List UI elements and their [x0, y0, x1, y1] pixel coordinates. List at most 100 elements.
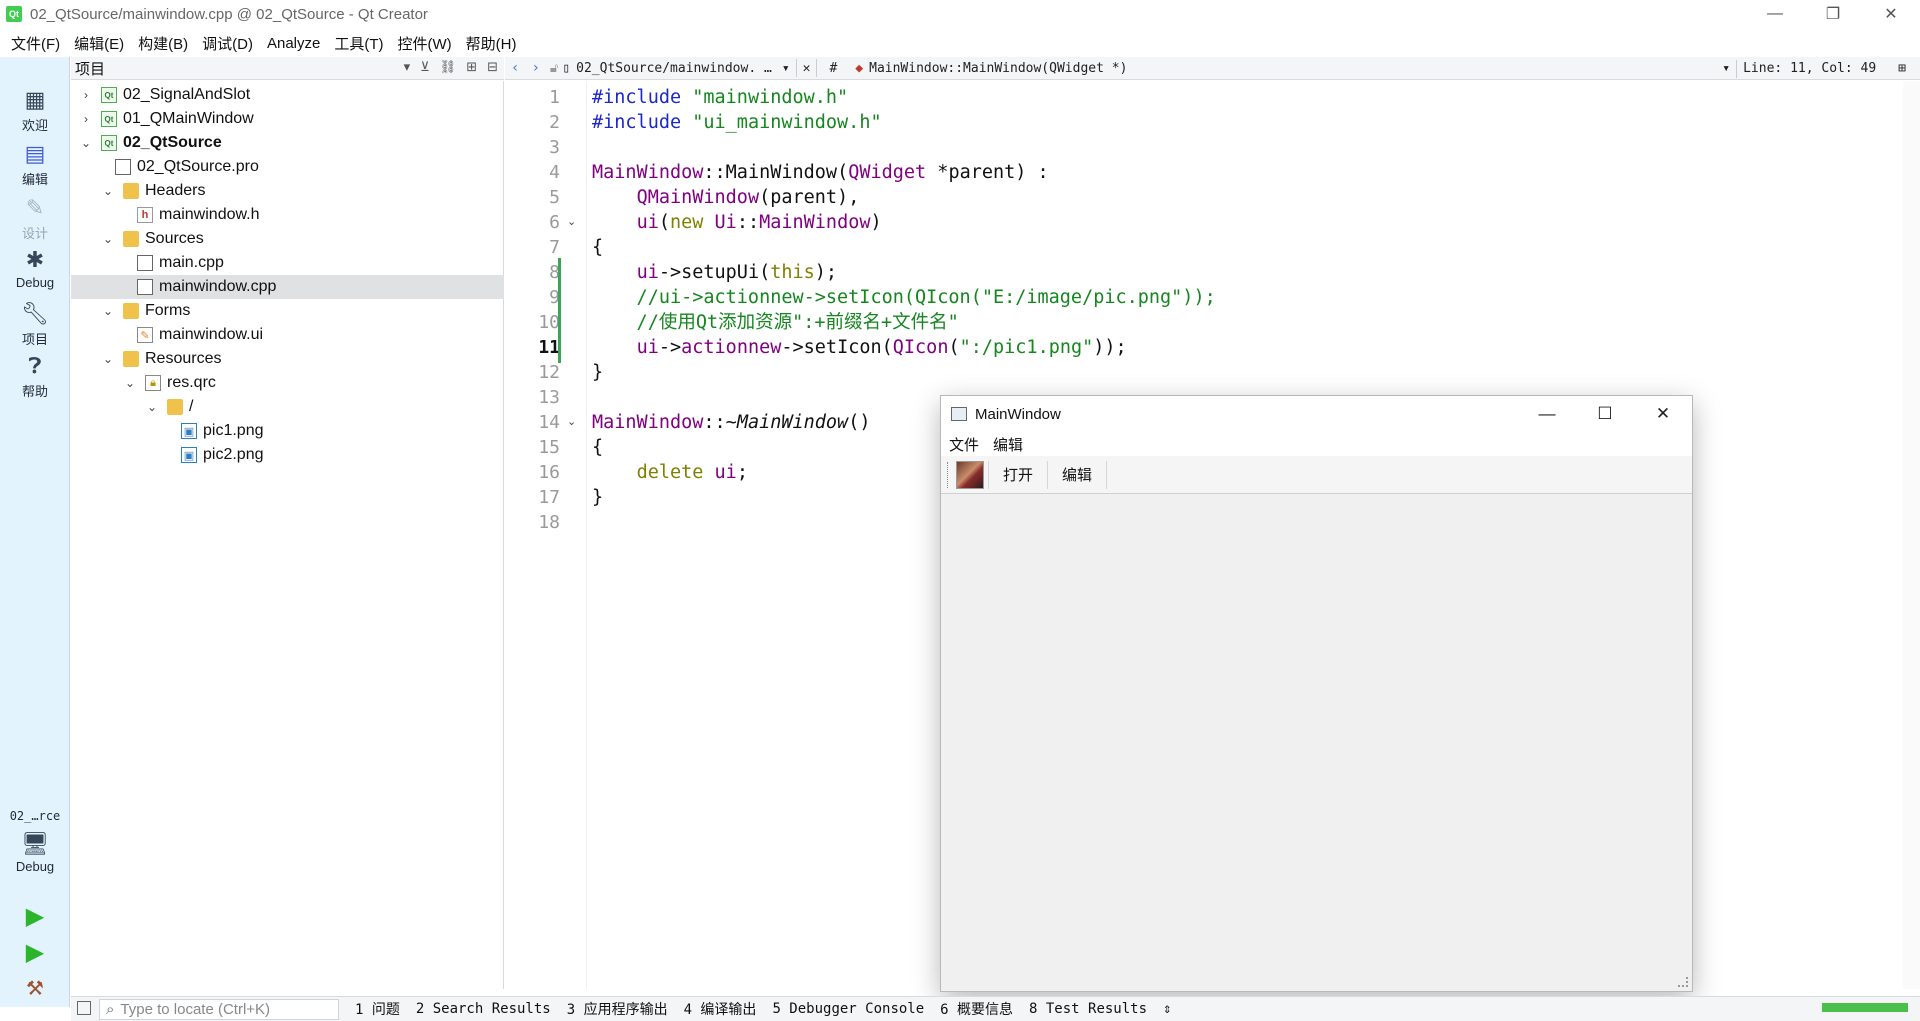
edit-action-button[interactable]: 编辑	[1047, 460, 1106, 489]
debug-run-button[interactable]: ▶	[22, 939, 48, 966]
code-line[interactable]: //使用Qt添加资源":+前缀名+文件名"	[592, 310, 959, 335]
project-panel-title[interactable]: 项目	[75, 58, 105, 79]
menu-tools[interactable]: 工具(T)	[327, 33, 390, 54]
code-line[interactable]: MainWindow::MainWindow(QWidget *parent) …	[592, 160, 1049, 185]
menu-file[interactable]: 文件(F)	[4, 33, 67, 54]
run-button[interactable]: ▶	[22, 903, 48, 930]
tab-general-messages[interactable]: 6 概要信息	[940, 999, 1013, 1019]
menu-help[interactable]: 帮助(H)	[459, 33, 524, 54]
tree-item[interactable]: ⌄ Resources	[71, 347, 504, 371]
mode-welcome[interactable]: ▦ 欢迎	[0, 87, 70, 134]
app-minimize-button[interactable]: —	[1518, 396, 1576, 432]
code-line[interactable]: ui->actionnew->setIcon(QIcon(":/pic1.png…	[592, 335, 1127, 360]
fold-chevron-icon[interactable]: ⌄	[567, 210, 576, 235]
tree-item[interactable]: ▣ pic1.png	[71, 419, 504, 443]
mode-edit[interactable]: ▤ 编辑	[0, 141, 70, 188]
close-file-icon[interactable]: ✕	[803, 61, 811, 76]
tab-issues[interactable]: 1 问题	[355, 999, 400, 1019]
tree-item[interactable]: ⌄ Qt 02_QtSource	[71, 131, 504, 155]
code-line[interactable]: ui->setupUi(this);	[592, 260, 838, 285]
open-action-button[interactable]: 打开	[988, 460, 1047, 489]
chevron-right-icon[interactable]: ›	[79, 88, 93, 102]
pic1-action-icon[interactable]	[956, 460, 984, 489]
chevron-down-icon[interactable]: ⌄	[101, 304, 115, 318]
tree-item[interactable]: main.cpp	[71, 251, 504, 275]
tree-item[interactable]: › Qt 01_QMainWindow	[71, 107, 504, 131]
editor-scrollbar[interactable]	[1903, 81, 1920, 989]
tree-item[interactable]: ⌄ 🔒︎ res.qrc	[71, 371, 504, 395]
code-line[interactable]: ui(new Ui::MainWindow)	[592, 210, 882, 235]
symbol-selector[interactable]: MainWindow::MainWindow(QWidget *)	[869, 61, 1127, 76]
more-tabs-icon[interactable]: ⇕	[1163, 1001, 1171, 1017]
cursor-position[interactable]: Line: 11, Col: 49	[1743, 61, 1876, 76]
app-close-button[interactable]: ✕	[1634, 396, 1692, 432]
code-line[interactable]: MainWindow::~MainWindow()	[592, 410, 870, 435]
tree-item[interactable]: ⌄ /	[71, 395, 504, 419]
app-menu-file[interactable]: 文件	[949, 434, 979, 455]
toolbar-grip[interactable]	[947, 461, 950, 488]
mode-design[interactable]: ✎ 设计	[0, 195, 70, 242]
menu-edit[interactable]: 编辑(E)	[67, 33, 131, 54]
tree-item[interactable]: › Qt 02_SignalAndSlot	[71, 83, 504, 107]
code-line[interactable]: #include "mainwindow.h"	[592, 85, 848, 110]
chevron-down-icon[interactable]: ⌄	[145, 400, 159, 414]
tree-item[interactable]: mainwindow.cpp	[71, 275, 504, 299]
chevron-down-icon[interactable]: ⌄	[101, 352, 115, 366]
link-icon[interactable]: ⛓	[440, 59, 457, 75]
code-line[interactable]: delete ui;	[592, 460, 748, 485]
tree-item[interactable]: h mainwindow.h	[71, 203, 504, 227]
chevron-down-icon[interactable]: ⌄	[101, 184, 115, 198]
resize-grip[interactable]	[1678, 977, 1688, 987]
menu-build[interactable]: 构建(B)	[131, 33, 195, 54]
tab-debugger-console[interactable]: 5 Debugger Console	[772, 1001, 924, 1017]
tab-compile-output[interactable]: 4 编译输出	[684, 999, 757, 1019]
code-line[interactable]: QMainWindow(parent),	[592, 185, 860, 210]
tree-item[interactable]: 02_QtSource.pro	[71, 155, 504, 179]
locator-input[interactable]: ⌕ Type to locate (Ctrl+K)	[99, 998, 339, 1020]
kit-mode[interactable]: 🖥︎ Debug	[0, 831, 70, 874]
chevron-down-icon[interactable]: ⌄	[79, 136, 93, 150]
app-maximize-button[interactable]: ☐	[1576, 396, 1634, 432]
code-line[interactable]: #include "ui_mainwindow.h"	[592, 110, 882, 135]
restore-button[interactable]: ❐	[1804, 0, 1862, 28]
split-editor-icon[interactable]: ⊞	[1898, 61, 1906, 76]
chevron-down-icon[interactable]: ⌄	[123, 376, 137, 390]
kit-selector[interactable]: 02_…rce	[0, 809, 70, 823]
hash-symbol[interactable]: #	[829, 61, 837, 76]
close-panel-icon[interactable]: ⊟	[487, 59, 498, 75]
tab-search-results[interactable]: 2 Search Results	[416, 1001, 551, 1017]
app-menu-edit[interactable]: 编辑	[993, 434, 1023, 455]
mode-debug[interactable]: ✱ Debug	[0, 247, 70, 290]
tab-application-output[interactable]: 3 应用程序输出	[567, 999, 668, 1019]
dropdown-icon[interactable]: ▾	[404, 59, 411, 75]
tree-item[interactable]: ⌄ Sources	[71, 227, 504, 251]
symbol-dropdown-icon[interactable]: ▾	[1722, 61, 1730, 76]
file-tab[interactable]: 02_QtSource/mainwindow. …	[576, 61, 772, 76]
tree-item[interactable]: ▣ pic2.png	[71, 443, 504, 467]
split-icon[interactable]: ⊞	[466, 59, 477, 75]
menu-debug[interactable]: 调试(D)	[195, 33, 260, 54]
menu-analyze[interactable]: Analyze	[260, 35, 327, 52]
forward-icon[interactable]: ›	[531, 60, 539, 76]
filter-icon[interactable]: ⊻	[420, 59, 430, 75]
back-icon[interactable]: ‹	[511, 60, 519, 76]
chevron-right-icon[interactable]: ›	[79, 112, 93, 126]
code-line[interactable]: {	[592, 435, 603, 460]
tree-item[interactable]: ⌄ Forms	[71, 299, 504, 323]
tree-item[interactable]: ⌄ Headers	[71, 179, 504, 203]
menu-widgets[interactable]: 控件(W)	[391, 33, 459, 54]
chevron-down-icon[interactable]: ⌄	[101, 232, 115, 246]
close-button[interactable]: ✕	[1862, 0, 1920, 28]
mode-help[interactable]: ❓︎ 帮助	[0, 353, 70, 400]
file-dropdown-icon[interactable]: ▾	[782, 61, 790, 76]
code-line[interactable]: }	[592, 360, 603, 385]
tab-test-results[interactable]: 8 Test Results	[1029, 1001, 1147, 1017]
sidebar-toggle-icon[interactable]	[77, 1001, 91, 1015]
code-line[interactable]: }	[592, 485, 603, 510]
tree-item[interactable]: ✎ mainwindow.ui	[71, 323, 504, 347]
code-line[interactable]: {	[592, 235, 603, 260]
code-line[interactable]: //ui->actionnew->setIcon(QIcon("E:/image…	[592, 285, 1216, 310]
build-button[interactable]: ⚒	[22, 975, 48, 1001]
fold-chevron-icon[interactable]: ⌄	[567, 410, 576, 435]
minimize-button[interactable]: —	[1746, 0, 1804, 28]
